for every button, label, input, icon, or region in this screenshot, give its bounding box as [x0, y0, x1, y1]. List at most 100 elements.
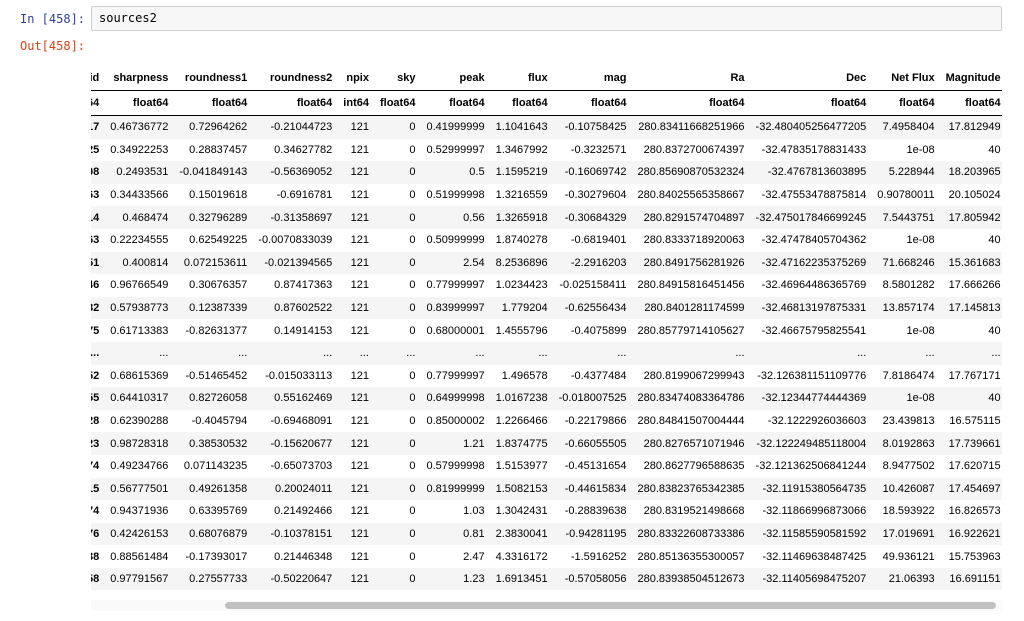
table-cell: 0.81 [463, 527, 485, 540]
table-cell: 121 [350, 573, 369, 586]
table-cell: 14 [91, 211, 100, 224]
table-cell: -32.11469638487425 [762, 550, 867, 563]
table-cell: 0.57999998 [426, 460, 485, 473]
table-cell: 0.64410317 [110, 392, 169, 405]
table-cell: 0.85000002 [426, 415, 485, 428]
table-cell: 38 [91, 550, 100, 563]
table-row: 63 0.22234555 0.62549225 -0.0070833039 121 00… [91, 229, 1002, 252]
table-cell: -0.17393017 [185, 550, 248, 563]
table-cell: 280.85136355300057 [637, 550, 745, 563]
table-cell: 0.34433566 [110, 189, 169, 202]
table-cell: 0.46736772 [110, 121, 169, 134]
table-cell: 1e-08 [906, 392, 935, 405]
table-cell: -32.1222926036603 [767, 415, 867, 428]
table-cell: 121 [350, 392, 369, 405]
table-cell: ... [91, 347, 100, 360]
table-cell: 46 [91, 279, 100, 292]
table-cell: 121 [350, 460, 369, 473]
table-body: 17 0.46736772 0.72964262 -0.21044723 121 0 0.4… [91, 115, 1002, 591]
table-cell: 0.22234555 [110, 234, 169, 247]
dtype-label: float64 [252, 90, 338, 116]
table-cell: 40 [988, 392, 1001, 405]
table-cell: 1.3042431 [495, 505, 548, 518]
table-cell: 121 [350, 121, 369, 134]
table-cell: -32.11866996873066 [762, 505, 867, 518]
table-cell: -0.4377484 [570, 369, 627, 382]
table-cell: 76 [91, 527, 100, 540]
table-cell: 17.805942 [948, 211, 1001, 224]
table-cell: 17.666266 [948, 279, 1001, 292]
horizontal-scrollbar-thumb[interactable] [225, 602, 996, 609]
table-row: 74 0.94371936 0.63395769 0.21492466 121 0 1.03… [91, 500, 1002, 523]
table-cell: 15.753963 [948, 550, 1001, 563]
column-header-flux: flux [489, 66, 553, 91]
table-cell: 1.6913451 [495, 573, 548, 586]
column-header-roundness2: roundness2 [252, 66, 338, 91]
table-row: 58 0.97791567 0.27557733 -0.50220647 121 0 1.2… [91, 567, 1002, 591]
table-cell: 121 [350, 369, 369, 382]
column-header-sky: sky [373, 66, 421, 91]
table-cell: -0.015033113 [265, 369, 333, 382]
table-cell: 121 [350, 256, 369, 269]
table-cell: ... [406, 347, 416, 360]
table-cell: -32.480405256477205 [755, 121, 867, 134]
table-cell: 74 [91, 505, 100, 518]
table-cell: 0.49234766 [110, 460, 169, 473]
table-cell: 63 [91, 234, 100, 247]
table-cell: 0.96766549 [110, 279, 169, 292]
table-cell: 74 [91, 460, 100, 473]
table-cell: -0.69468091 [270, 415, 333, 428]
table-cell: -0.30279604 [564, 189, 627, 202]
table-cell: 0.62390288 [110, 415, 169, 428]
column-header-ra: Ra [631, 66, 750, 91]
table-cell: 0.21492466 [274, 505, 333, 518]
table-cell: 121 [350, 550, 369, 563]
table-cell: -0.94281195 [565, 527, 627, 540]
table-cell: -0.16069742 [564, 166, 627, 179]
table-cell: 280.8401281174599 [644, 302, 745, 315]
table-cell: 280.8319521498668 [643, 505, 745, 518]
table-cell: 17.739661 [948, 437, 1001, 450]
dataframe-table: idsharpnessroundness1roundness2npixskype… [91, 66, 1002, 591]
table-cell: 0.5 [469, 166, 485, 179]
table-cell: 0 [409, 460, 416, 473]
table-cell: -32.47162235375269 [761, 256, 867, 269]
table-cell: 0.21446348 [274, 550, 333, 563]
table-cell: 16.691151 [949, 573, 1001, 586]
table-cell: 0.34627782 [274, 143, 333, 156]
table-cell: 121 [350, 211, 369, 224]
table-cell: 17.767171 [948, 369, 1001, 382]
table-cell: 280.83322608733386 [637, 527, 745, 540]
table-cell: 63 [91, 189, 100, 202]
table-cell: -0.82631377 [185, 324, 248, 337]
table-cell: 8.9477502 [882, 460, 935, 473]
table-cell: -1.5916252 [570, 550, 627, 563]
table-cell: 280.8491756281926 [643, 256, 745, 269]
table-cell: 82 [91, 302, 100, 315]
table-cell: 17.454697 [948, 482, 1001, 495]
dtype-label: float64 [373, 90, 421, 116]
table-row: 17 0.46736772 0.72964262 -0.21044723 121 0 0.4… [91, 115, 1002, 139]
table-cell: 0.87602522 [274, 302, 333, 315]
table-cell: 0 [409, 256, 416, 269]
table-cell: 1.5082153 [495, 482, 548, 495]
table-cell: 0 [409, 166, 416, 179]
table-cell: -32.46813197875331 [761, 302, 867, 315]
table-cell: 0.94371936 [110, 505, 169, 518]
column-header-roundness1: roundness1 [173, 66, 253, 91]
table-cell: 1.3265918 [495, 211, 548, 224]
table-row: 76 0.42426153 0.68076879 -0.10378151 121 0 0.8… [91, 522, 1002, 546]
table-cell: -0.44615834 [564, 482, 627, 495]
code-input-cell[interactable]: sources2 [91, 6, 1002, 31]
table-cell: 18.593922 [882, 505, 935, 518]
table-cell: 1.5153977 [495, 460, 548, 473]
table-cell: -0.30684329 [564, 211, 627, 224]
table-row: 52 0.68615369 -0.51465452 -0.015033113 121 00… [91, 365, 1002, 388]
table-cell: 0.64999998 [426, 392, 485, 405]
table-cell: -32.46964486365769 [761, 279, 867, 292]
table-cell: 280.85779714105627 [637, 324, 745, 337]
table-cell: -32.11405698475207 [762, 573, 867, 586]
table-cell: 0 [409, 121, 416, 134]
dtype-label: float64 [631, 90, 750, 116]
table-cell: -0.66055505 [564, 437, 627, 450]
